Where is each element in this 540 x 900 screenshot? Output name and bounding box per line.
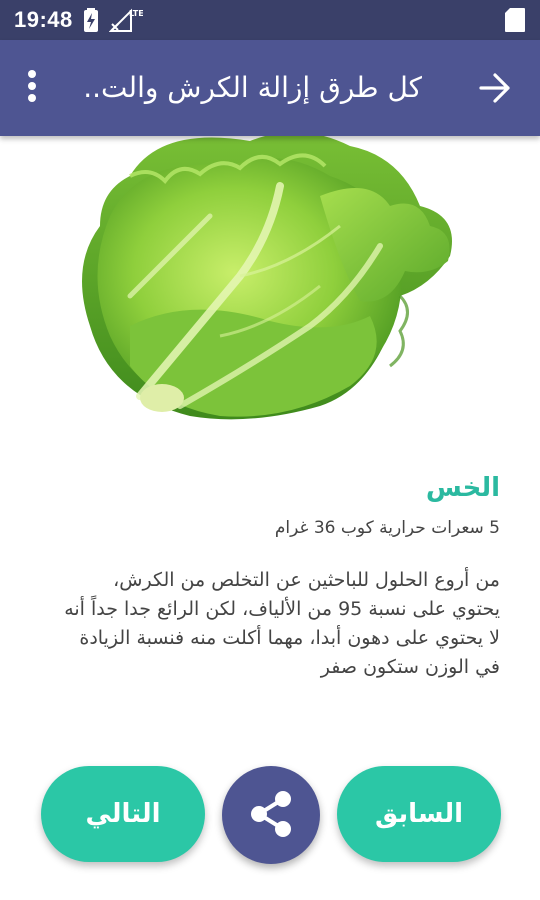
back-arrow-icon[interactable] [478, 72, 512, 104]
status-left: 19:48 LTE [14, 7, 143, 33]
previous-button[interactable]: السابق [337, 766, 501, 862]
item-calories: 5 سعرات حرارية كوب 36 غرام [274, 518, 500, 538]
battery-charging-icon [83, 8, 99, 32]
share-icon [247, 789, 295, 842]
status-time: 19:48 [14, 7, 73, 32]
network-label: LTE [129, 9, 143, 18]
lettuce-image [70, 136, 470, 446]
share-button[interactable] [222, 766, 320, 864]
app-bar: كل طرق إزالة الكرش والت... [0, 40, 540, 136]
item-description: من أروع الحلول للباحثين عن التخلص من الك… [64, 569, 500, 678]
no-signal-lte-icon: LTE [108, 7, 143, 33]
status-bar: 19:48 LTE [0, 0, 540, 40]
item-title: الخس [425, 473, 500, 503]
sd-card-icon [504, 7, 526, 33]
next-button[interactable]: التالي [41, 766, 205, 862]
app-title: كل طرق إزالة الكرش والت... [82, 71, 422, 104]
overflow-menu-icon[interactable] [22, 70, 42, 106]
